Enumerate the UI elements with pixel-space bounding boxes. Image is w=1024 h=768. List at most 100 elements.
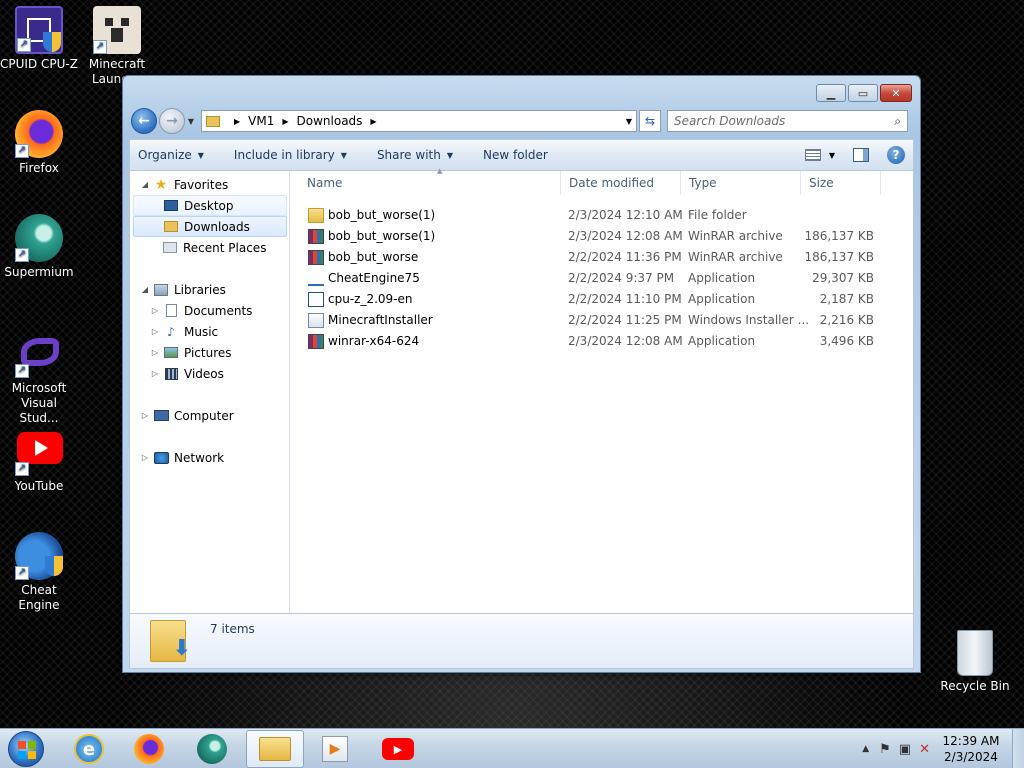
- chevron-down-icon: ▼: [828, 150, 835, 160]
- downloads-folder-icon: ⬇: [150, 620, 191, 662]
- volume-muted-icon[interactable]: ✕: [919, 742, 930, 757]
- expand-arrow-icon[interactable]: ▷: [150, 306, 160, 315]
- recent-pages-dropdown[interactable]: ▼: [185, 117, 197, 126]
- taskbar-windows-explorer[interactable]: [246, 730, 304, 768]
- rar-archive-icon: [308, 250, 324, 265]
- back-arrow-icon: ←: [138, 113, 150, 129]
- file-row[interactable]: bob_but_worse(1) 2/3/2024 12:08 AM WinRA…: [290, 226, 874, 247]
- share-with-menu[interactable]: Share with ▼: [377, 148, 453, 162]
- expand-arrow-icon[interactable]: ▷: [140, 411, 150, 420]
- address-history-dropdown[interactable]: ▼: [622, 117, 636, 126]
- back-button[interactable]: ←: [131, 108, 157, 134]
- nav-network[interactable]: ▷ Network: [140, 447, 288, 468]
- expand-arrow-icon[interactable]: ▷: [150, 327, 160, 336]
- column-header-name[interactable]: ▲ Name: [299, 167, 561, 195]
- file-row[interactable]: winrar-x64-624 2/3/2024 12:08 AM Applica…: [290, 331, 874, 352]
- breadcrumb-separator-icon[interactable]: ▶: [234, 117, 240, 126]
- downloads-folder-icon: [163, 220, 179, 234]
- network-status-icon[interactable]: ▣: [899, 742, 911, 757]
- desktop-icon-cpuz[interactable]: ↗ CPUID CPU-Z: [0, 6, 78, 72]
- file-row[interactable]: cpu-z_2.09-en 2/2/2024 11:10 PM Applicat…: [290, 289, 874, 310]
- nav-pictures-label: Pictures: [184, 345, 232, 360]
- nav-desktop-label: Desktop: [184, 198, 234, 213]
- taskbar-supermium[interactable]: [183, 730, 241, 768]
- include-in-library-menu[interactable]: Include in library ▼: [234, 148, 347, 162]
- search-input[interactable]: [674, 114, 895, 128]
- nav-downloads[interactable]: Downloads: [133, 216, 287, 237]
- refresh-button[interactable]: ⇆: [639, 110, 661, 132]
- address-bar[interactable]: ▶ VM1 ▶ Downloads ▶ ▼: [201, 110, 637, 132]
- nav-music[interactable]: ▷ ♪ Music: [150, 321, 286, 342]
- change-view-button[interactable]: ▼: [804, 149, 835, 161]
- column-header-type[interactable]: Type: [681, 171, 801, 195]
- file-name: winrar-x64-624: [328, 334, 420, 348]
- nav-desktop[interactable]: Desktop: [133, 195, 287, 216]
- file-row[interactable]: bob_but_worse(1) 2/3/2024 12:10 AM File …: [290, 205, 870, 226]
- minimize-button[interactable]: ▁: [816, 84, 846, 102]
- maximize-button[interactable]: ▭: [848, 84, 878, 102]
- breadcrumb-vm1[interactable]: VM1: [248, 114, 274, 128]
- minimize-icon: ▁: [826, 86, 836, 100]
- start-button[interactable]: [8, 731, 44, 767]
- breadcrumb-separator-icon[interactable]: ▶: [282, 117, 288, 126]
- help-button[interactable]: ?: [887, 146, 905, 164]
- clock[interactable]: 12:39 AM 2/3/2024: [938, 733, 1004, 765]
- file-date: 2/2/2024 9:37 PM: [568, 271, 675, 285]
- search-icon[interactable]: ⌕: [894, 114, 901, 129]
- organize-menu[interactable]: Organize ▼: [138, 148, 204, 162]
- media-player-icon: ▶: [322, 736, 348, 762]
- file-row[interactable]: bob_but_worse 2/2/2024 11:36 PM WinRAR a…: [290, 247, 874, 268]
- file-type: Application: [688, 334, 756, 348]
- column-header-size[interactable]: Size: [801, 171, 881, 195]
- taskbar-internet-explorer[interactable]: e: [60, 730, 118, 768]
- window-controls: ▁ ▭ ✕: [816, 84, 912, 102]
- nav-pictures[interactable]: ▷ Pictures: [150, 342, 286, 363]
- desktop-icon-label: Minecraft: [88, 57, 146, 71]
- recent-places-icon: [162, 241, 178, 255]
- desktop-icon-firefox[interactable]: ↗ Firefox: [0, 110, 78, 176]
- firefox-icon: [134, 734, 164, 764]
- nav-computer[interactable]: ▷ Computer: [140, 405, 288, 426]
- desktop-icon-youtube[interactable]: ↗ YouTube: [0, 428, 78, 494]
- sort-ascending-icon: ▲: [437, 167, 443, 175]
- nav-documents[interactable]: ▷ Documents: [150, 300, 286, 321]
- taskbar-youtube[interactable]: ▶: [369, 730, 427, 768]
- nav-libraries[interactable]: ◢ Libraries: [140, 279, 288, 300]
- column-header-date-modified[interactable]: Date modified: [561, 171, 681, 195]
- expand-arrow-icon[interactable]: ▷: [150, 369, 160, 378]
- collapse-arrow-icon[interactable]: ◢: [140, 285, 150, 294]
- collapse-arrow-icon[interactable]: ◢: [140, 180, 150, 189]
- desktop-icon-recycle-bin[interactable]: Recycle Bin: [936, 630, 1014, 694]
- desktop-icon-supermium[interactable]: ↗ Supermium: [0, 214, 78, 280]
- preview-pane-button[interactable]: [853, 148, 869, 162]
- supermium-icon: [197, 734, 227, 764]
- search-box[interactable]: ⌕: [667, 110, 908, 132]
- file-type: File folder: [688, 208, 747, 222]
- desktop-icon-label: Visual Stud...: [19, 396, 59, 425]
- shortcut-arrow-icon: ↗: [17, 38, 31, 52]
- folder-icon: [308, 208, 324, 223]
- expand-arrow-icon[interactable]: ▷: [140, 453, 150, 462]
- nav-recent-places[interactable]: Recent Places: [133, 237, 287, 258]
- action-center-flag-icon[interactable]: ⚑: [879, 742, 891, 757]
- desktop-icon-label: Recycle Bin: [940, 679, 1010, 693]
- forward-button[interactable]: →: [159, 108, 185, 134]
- desktop-icon: [163, 199, 179, 213]
- desktop-icon-cheat-engine[interactable]: ↗ Cheat Engine: [0, 532, 78, 613]
- desktop-icon-visual-studio[interactable]: ↗ Microsoft Visual Stud...: [0, 330, 78, 426]
- show-hidden-icons-button[interactable]: ▲: [862, 744, 869, 754]
- show-desktop-button[interactable]: [1012, 729, 1024, 768]
- nav-favorites[interactable]: ◢ ★ Favorites: [140, 174, 288, 195]
- new-folder-button[interactable]: New folder: [483, 148, 548, 162]
- breadcrumb-separator-icon[interactable]: ▶: [370, 117, 376, 126]
- expand-arrow-icon[interactable]: ▷: [150, 348, 160, 357]
- taskbar-firefox[interactable]: [120, 730, 178, 768]
- breadcrumb-downloads[interactable]: Downloads: [297, 114, 363, 128]
- nav-music-label: Music: [184, 324, 219, 339]
- file-row[interactable]: MinecraftInstaller 2/2/2024 11:25 PM Win…: [290, 310, 874, 331]
- nav-videos[interactable]: ▷ Videos: [150, 363, 286, 384]
- close-button[interactable]: ✕: [880, 84, 912, 102]
- file-row[interactable]: CheatEngine75 2/2/2024 9:37 PM Applicati…: [290, 268, 874, 289]
- taskbar-media-player[interactable]: ▶: [306, 730, 364, 768]
- file-type: Application: [688, 271, 756, 285]
